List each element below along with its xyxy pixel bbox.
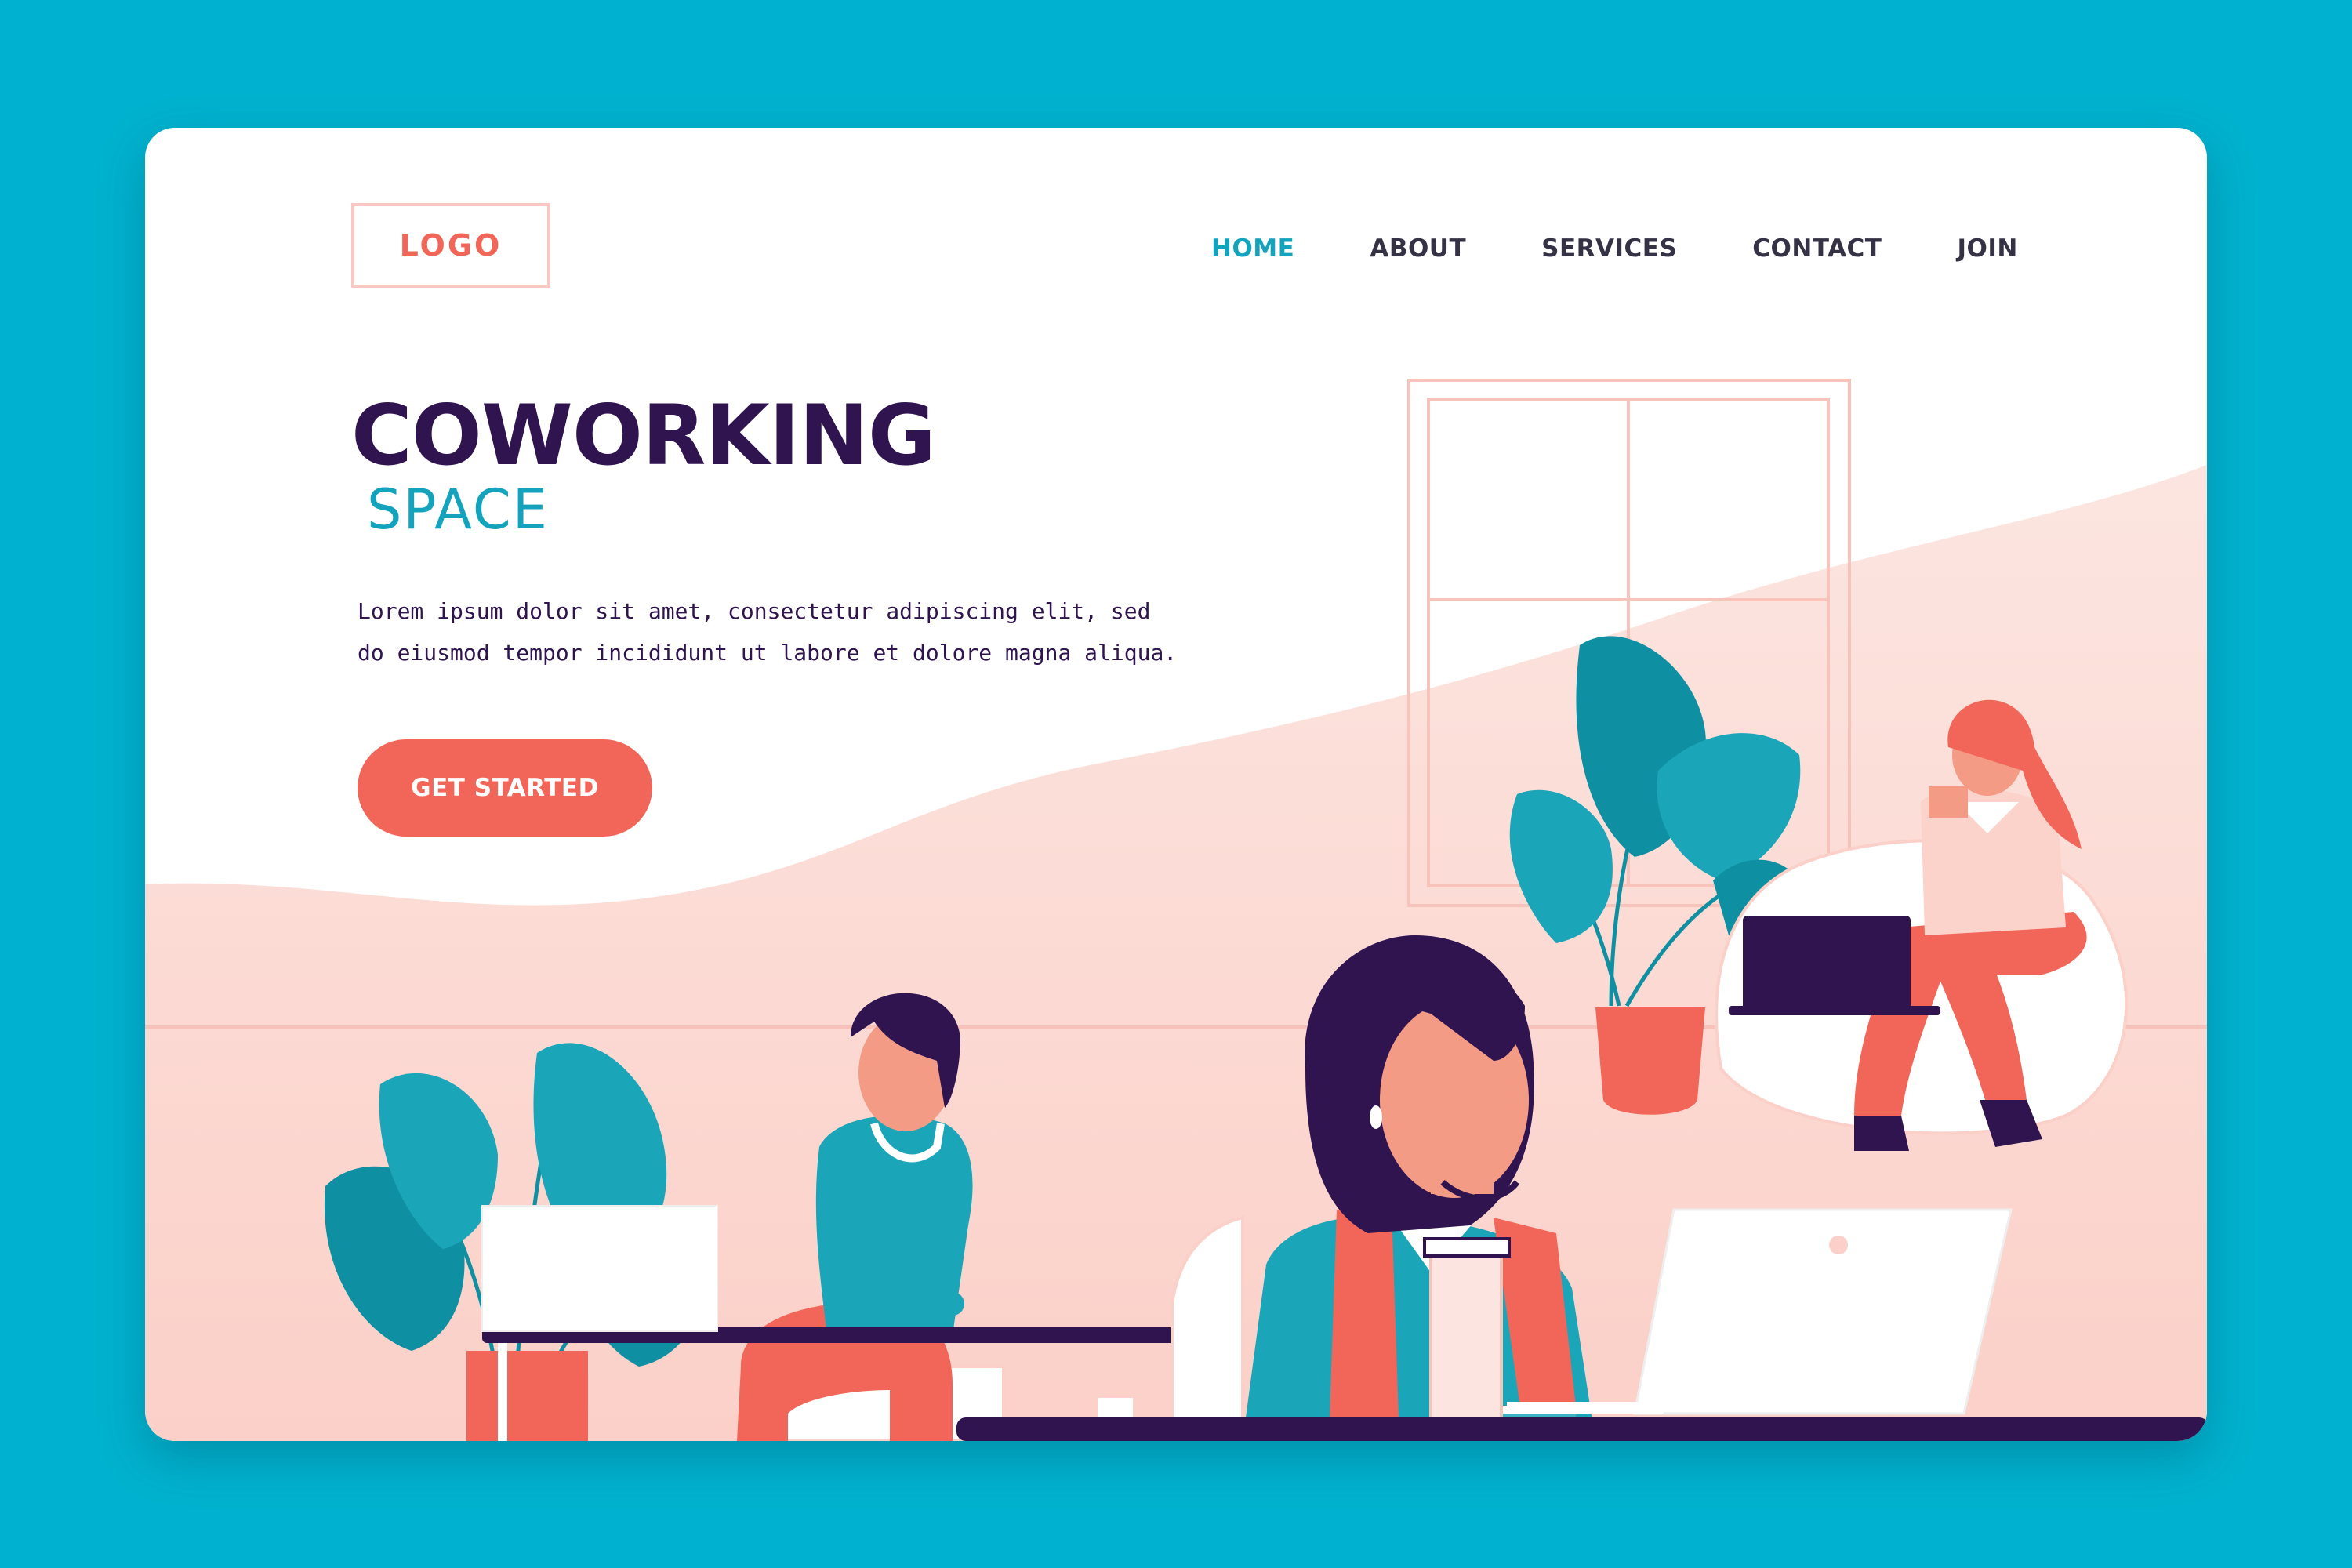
nav-join[interactable]: JOIN [1957,234,2017,263]
nav-services[interactable]: SERVICES [1541,234,1677,263]
hero-subtitle: SPACE [367,477,549,542]
logo[interactable]: LOGO [351,203,550,288]
get-started-button[interactable]: GET STARTED [358,739,652,837]
landing-page-card: LOGO HOME ABOUT SERVICES CONTACT JOIN CO… [145,128,2207,1441]
main-nav: HOME ABOUT SERVICES CONTACT JOIN [1211,223,2018,274]
nav-home[interactable]: HOME [1211,234,1294,263]
nav-contact[interactable]: CONTACT [1752,234,1882,263]
nav-about[interactable]: ABOUT [1370,234,1466,263]
hero-description: Lorem ipsum dolor sit amet, consectetur … [358,598,1178,666]
hero-title: COWORKING [351,387,936,484]
